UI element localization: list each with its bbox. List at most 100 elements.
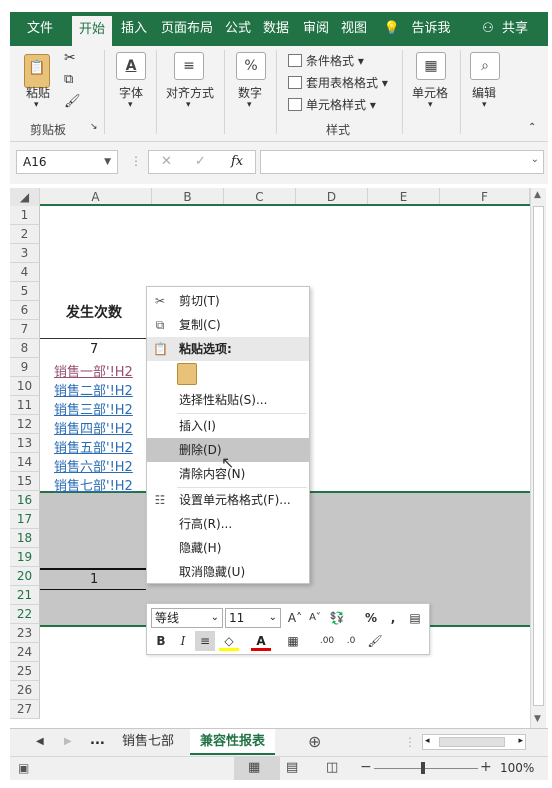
italic-button[interactable]: I (173, 631, 193, 651)
tell-me[interactable]: 告诉我 (408, 12, 454, 46)
tab-file[interactable]: 文件 (20, 12, 60, 46)
menu-cut[interactable]: ✂ 剪切(T) (147, 289, 309, 313)
paste-option-icon[interactable] (177, 363, 197, 385)
decrease-decimal-icon[interactable]: .0 (341, 631, 361, 651)
drag-handle-icon[interactable]: ⋮ (130, 154, 142, 168)
zoom-in-button[interactable]: + (480, 759, 492, 775)
row-header[interactable]: 27 (10, 700, 40, 719)
cut-icon[interactable]: ✂ (64, 50, 76, 66)
number-button[interactable]: 数字 (238, 84, 262, 101)
chevron-down-icon[interactable]: ⌄ (531, 154, 539, 165)
scroll-thumb[interactable] (439, 737, 505, 747)
font-select[interactable]: 等线 ⌄ (151, 608, 223, 628)
scroll-left-icon[interactable]: ◂ (425, 736, 430, 746)
count-cell[interactable]: 7 (90, 342, 98, 357)
row-header[interactable]: 10 (10, 377, 40, 396)
percent-button[interactable]: % (361, 608, 381, 628)
menu-unhide[interactable]: 取消隐藏(U) (147, 560, 309, 584)
cancel-icon[interactable]: ✕ (161, 154, 172, 169)
page-break-view-icon[interactable]: ◫ (326, 760, 338, 775)
zoom-out-button[interactable]: − (360, 759, 372, 775)
row-header[interactable]: 24 (10, 643, 40, 662)
name-box[interactable]: A16 ▼ (16, 150, 118, 174)
menu-row-height[interactable]: 行高(R)... (147, 512, 309, 536)
row-header[interactable]: 18 (10, 529, 40, 548)
cells-button[interactable]: 单元格 (412, 84, 448, 101)
shrink-font-icon[interactable]: A˅ (305, 608, 325, 628)
link-cell[interactable]: 销售一部'!H2 (54, 361, 133, 380)
sheet-tab-sales7[interactable]: 销售七部 (112, 729, 184, 755)
macro-record-icon[interactable]: ▣ (18, 761, 29, 775)
row-header[interactable]: 8 (10, 339, 40, 358)
cell-styles-button[interactable]: 单元格样式 ▾ (288, 96, 376, 113)
row-header[interactable]: 25 (10, 662, 40, 681)
format-painter-icon[interactable]: 🖌 (64, 94, 81, 109)
copy-icon[interactable]: ⧉ (64, 72, 73, 87)
accounting-format-icon[interactable]: 💱 (327, 608, 347, 628)
row-header[interactable]: 15 (10, 472, 40, 491)
row-header[interactable]: 6 (10, 301, 40, 320)
borders-icon[interactable]: ▦ (283, 631, 303, 651)
row-header[interactable]: 9 (10, 358, 40, 377)
bold-button[interactable]: B (151, 631, 171, 651)
row-header[interactable]: 11 (10, 396, 40, 415)
font-button[interactable]: 字体 (119, 84, 143, 101)
next-sheet-icon[interactable]: ▶ (64, 736, 72, 747)
tab-insert[interactable]: 插入 (116, 12, 152, 46)
row-header[interactable]: 16 (10, 491, 40, 510)
zoom-slider[interactable] (374, 768, 478, 769)
edit-button[interactable]: 编辑 (472, 84, 496, 101)
row-header[interactable]: 17 (10, 510, 40, 529)
link-cell[interactable]: 销售七部'!H2 (54, 475, 133, 494)
row-header[interactable]: 13 (10, 434, 40, 453)
scroll-thumb[interactable] (533, 206, 544, 706)
paste-button[interactable]: 粘贴 (26, 84, 50, 101)
select-all-corner[interactable]: ◢ (10, 188, 40, 206)
formula-input[interactable]: ⌄ (260, 150, 544, 174)
menu-hide[interactable]: 隐藏(H) (147, 536, 309, 560)
tab-page-layout[interactable]: 页面布局 (156, 12, 218, 46)
tab-formulas[interactable]: 公式 (220, 12, 256, 46)
sheet-tab-compat-report[interactable]: 兼容性报表 (190, 729, 276, 755)
scroll-right-icon[interactable]: ▸ (518, 736, 523, 746)
table-format-icon[interactable]: ▤ (405, 608, 425, 628)
row-header[interactable]: 2 (10, 225, 40, 244)
page-layout-view-icon[interactable]: ▤ (286, 760, 298, 775)
tab-review[interactable]: 审阅 (298, 12, 334, 46)
more-sheets-button[interactable]: ... (90, 733, 105, 748)
row-header[interactable]: 22 (10, 605, 40, 624)
row-header[interactable]: 1 (10, 206, 40, 225)
row-header[interactable]: 20 (10, 567, 40, 586)
font-size-select[interactable]: 11 ⌄ (225, 608, 281, 628)
row-header[interactable]: 19 (10, 548, 40, 567)
chevron-down-icon[interactable]: ▼ (104, 151, 111, 173)
tab-data[interactable]: 数据 (258, 12, 294, 46)
zoom-level[interactable]: 100% (500, 761, 534, 775)
add-sheet-icon[interactable]: ⊕ (308, 732, 321, 751)
row-header[interactable]: 21 (10, 586, 40, 605)
menu-copy[interactable]: ⧉ 复制(C) (147, 313, 309, 337)
collapse-ribbon-icon[interactable]: ⌃ (528, 122, 536, 133)
insert-function-icon[interactable]: fx (231, 154, 243, 169)
share-button[interactable]: 共享 (500, 12, 530, 46)
link-cell[interactable]: 销售二部'!H2 (54, 380, 133, 399)
header-cell[interactable]: 发生次数 (66, 302, 122, 322)
row-header[interactable]: 4 (10, 263, 40, 282)
scroll-down-icon[interactable]: ▼ (534, 714, 541, 724)
check-icon[interactable]: ✓ (195, 154, 206, 169)
horizontal-scrollbar[interactable]: ◂ ▸ (422, 734, 526, 750)
format-painter-icon[interactable]: 🖌 (365, 631, 385, 651)
zoom-slider-thumb[interactable] (421, 762, 425, 774)
link-cell[interactable]: 销售六部'!H2 (54, 456, 133, 475)
align-center-icon[interactable]: ≡ (195, 631, 215, 651)
tab-home[interactable]: 开始 (72, 16, 112, 46)
row-header[interactable]: 26 (10, 681, 40, 700)
prev-sheet-icon[interactable]: ◀ (36, 736, 44, 747)
row-header[interactable]: 23 (10, 624, 40, 643)
menu-paste-special[interactable]: 选择性粘贴(S)... (147, 388, 309, 412)
link-cell[interactable]: 销售五部'!H2 (54, 437, 133, 456)
row-header[interactable]: 7 (10, 320, 40, 339)
align-button[interactable]: 对齐方式 (166, 84, 214, 101)
dialog-launcher-icon[interactable]: ↘ (90, 122, 98, 132)
link-cell[interactable]: 销售四部'!H2 (54, 418, 133, 437)
